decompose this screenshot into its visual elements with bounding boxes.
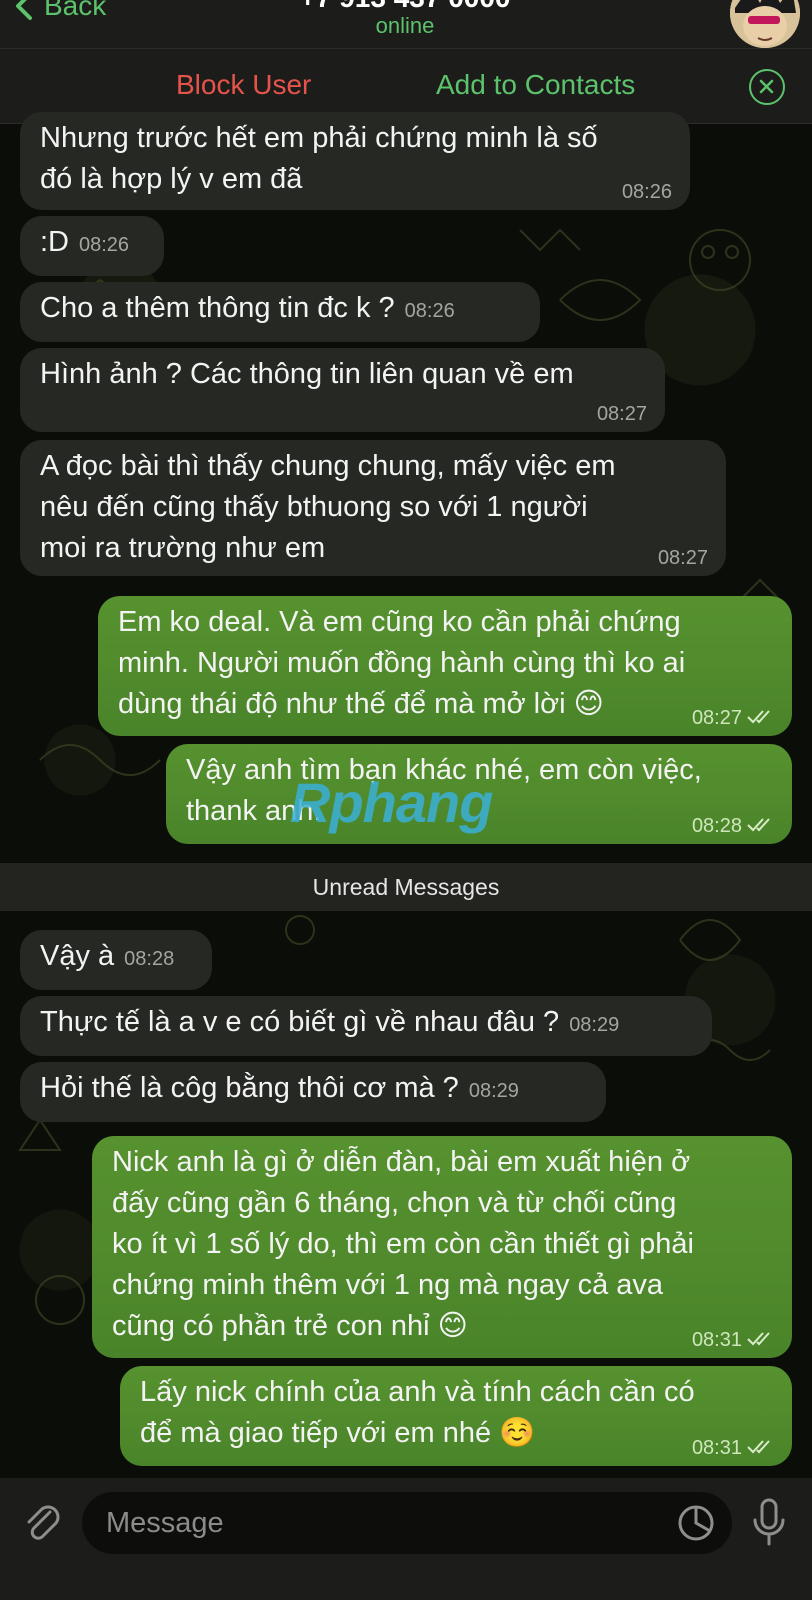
message-incoming[interactable]: Nhưng trước hết em phải chứng minh là số… bbox=[20, 112, 690, 210]
message-text: Em ko deal. Và em cũng ko cần phải chứng… bbox=[118, 606, 686, 720]
sticker-icon bbox=[678, 1505, 714, 1541]
avatar[interactable] bbox=[730, 0, 800, 48]
message-composer bbox=[0, 1478, 812, 1600]
close-icon bbox=[759, 79, 774, 94]
message-incoming[interactable]: Vậy à 08:28 bbox=[20, 930, 212, 990]
message-time: 08:27 bbox=[657, 547, 708, 569]
unread-messages-divider: Unread Messages bbox=[0, 863, 812, 911]
watermark-text: Rphang bbox=[290, 771, 493, 834]
message-incoming[interactable]: Hỏi thế là côg bằng thôi cơ mà ? 08:29 bbox=[20, 1062, 606, 1122]
message-text: Hỏi thế là côg bằng thôi cơ mà ? bbox=[40, 1072, 459, 1104]
message-time-label: 08:31 bbox=[691, 1437, 742, 1459]
block-user-button[interactable]: Block User bbox=[176, 69, 311, 101]
message-time: 08:29 bbox=[569, 1014, 620, 1036]
sticker-button[interactable] bbox=[677, 1504, 715, 1542]
back-label: Back bbox=[44, 0, 107, 21]
message-incoming[interactable]: Thực tế là a v e có biết gì về nhau đâu … bbox=[20, 996, 712, 1056]
message-time: 08:26 bbox=[79, 234, 130, 256]
double-check-icon bbox=[746, 1330, 774, 1350]
message-text: Hình ảnh ? Các thông tin liên quan về em bbox=[40, 358, 574, 390]
double-check-icon bbox=[746, 1438, 774, 1458]
message-time: 08:28 bbox=[692, 816, 774, 836]
message-incoming[interactable]: A đọc bài thì thấy chung chung, mấy việc… bbox=[20, 440, 726, 576]
double-check-icon bbox=[746, 708, 774, 728]
message-text: Lấy nick chính của anh và tính cách cần … bbox=[140, 1376, 695, 1449]
microphone-button[interactable] bbox=[752, 1498, 786, 1546]
message-time: 08:28 bbox=[124, 948, 175, 970]
message-time: 08:31 bbox=[692, 1438, 774, 1458]
message-text: A đọc bài thì thấy chung chung, mấy việc… bbox=[40, 450, 616, 564]
message-text: Cho a thêm thông tin đc k ? bbox=[40, 292, 395, 324]
message-time: 08:26 bbox=[621, 181, 672, 203]
close-action-bar-button[interactable] bbox=[749, 69, 785, 105]
watermark: Rphang bbox=[290, 770, 493, 835]
add-to-contacts-button[interactable]: Add to Contacts bbox=[436, 69, 635, 101]
message-time: 08:29 bbox=[468, 1080, 519, 1102]
message-time: 08:26 bbox=[404, 300, 455, 322]
message-incoming[interactable]: Hình ảnh ? Các thông tin liên quan về em… bbox=[20, 348, 665, 432]
message-outgoing[interactable]: Lấy nick chính của anh và tính cách cần … bbox=[120, 1366, 792, 1466]
message-input[interactable] bbox=[82, 1492, 732, 1554]
message-time: 08:31 bbox=[692, 1330, 774, 1350]
attach-button[interactable] bbox=[20, 1500, 64, 1544]
message-text: :D bbox=[40, 226, 69, 258]
message-outgoing[interactable]: Em ko deal. Và em cũng ko cần phải chứng… bbox=[98, 596, 792, 736]
double-check-icon bbox=[746, 816, 774, 836]
chat-header: Back +7 913 437 0000 online bbox=[0, 0, 812, 48]
message-incoming[interactable]: Cho a thêm thông tin đc k ? 08:26 bbox=[20, 282, 540, 342]
microphone-icon bbox=[753, 1498, 785, 1546]
avatar-image bbox=[730, 0, 800, 48]
message-time-label: 08:28 bbox=[691, 815, 742, 837]
message-time-label: 08:27 bbox=[691, 707, 742, 729]
message-text: Nhưng trước hết em phải chứng minh là số… bbox=[40, 122, 598, 195]
contact-status: online bbox=[375, 13, 435, 38]
message-outgoing[interactable]: Nick anh là gì ở diễn đàn, bài em xuất h… bbox=[92, 1136, 792, 1358]
message-text: Vậy à bbox=[40, 940, 115, 972]
message-text: Thực tế là a v e có biết gì về nhau đâu … bbox=[40, 1006, 560, 1038]
contact-name[interactable]: +7 913 437 0000 bbox=[270, 0, 540, 14]
message-incoming[interactable]: :D 08:26 bbox=[20, 216, 164, 276]
chevron-left-icon bbox=[16, 0, 32, 20]
message-time: 08:27 bbox=[692, 708, 774, 728]
paperclip-icon bbox=[27, 1505, 60, 1540]
message-text: Nick anh là gì ở diễn đàn, bài em xuất h… bbox=[112, 1146, 694, 1342]
message-time: 08:27 bbox=[596, 403, 647, 425]
back-button[interactable]: Back bbox=[14, 0, 106, 26]
message-time-label: 08:31 bbox=[691, 1329, 742, 1351]
